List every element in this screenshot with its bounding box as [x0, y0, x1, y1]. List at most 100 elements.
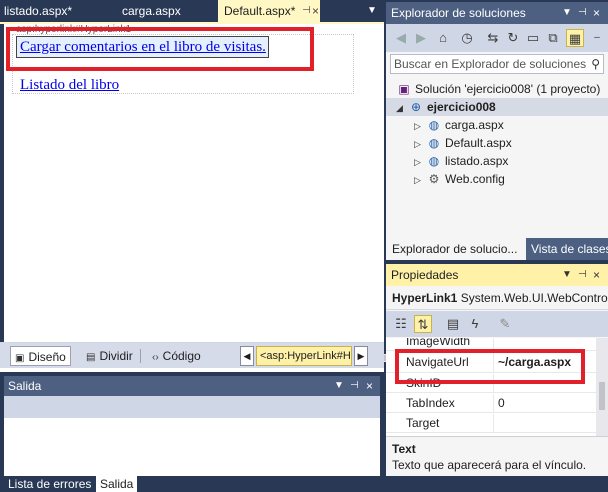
- annotation-highlight-link: [6, 27, 314, 71]
- output-body[interactable]: [4, 418, 380, 476]
- property-value[interactable]: 0: [498, 394, 505, 413]
- sync-icon[interactable]: ⇆: [484, 29, 502, 47]
- pin-icon[interactable]: ⊣: [350, 376, 359, 396]
- tag-selector[interactable]: <asp:HyperLink#H: [256, 346, 352, 366]
- tree-file[interactable]: ▷ ◍ carga.aspx: [414, 116, 504, 134]
- more-icon[interactable]: –: [588, 29, 606, 47]
- config-file-icon: ⚙: [428, 172, 440, 186]
- document-tab-strip: listado.aspx* carga.aspx Default.aspx* ⊣…: [0, 0, 384, 22]
- property-row[interactable]: TabIndex 0: [386, 394, 596, 413]
- properties-icon[interactable]: ▦: [566, 29, 584, 47]
- description-title: Text: [392, 442, 416, 456]
- search-placeholder: Buscar en Explorador de soluciones: [394, 57, 587, 71]
- solution-search-input[interactable]: Buscar en Explorador de soluciones ⚲: [390, 54, 604, 74]
- history-icon[interactable]: ◷: [458, 29, 476, 47]
- object-name: HyperLink1: [392, 291, 458, 305]
- properties-title: Propiedades: [391, 268, 459, 282]
- property-row[interactable]: Target: [386, 414, 596, 433]
- view-switcher-bar: ▣ Diseño ▤ Dividir ‹› Código ◀ <asp:HyperLi…: [0, 342, 384, 368]
- tree-project[interactable]: ◢ ⊕ ejercicio008: [386, 98, 608, 116]
- split-icon: ▤: [86, 352, 96, 363]
- split-view-button[interactable]: ▤ Dividir: [82, 346, 137, 366]
- property-pages-icon[interactable]: ✎: [496, 315, 514, 333]
- tab-error-list[interactable]: Lista de errores: [4, 476, 95, 492]
- chevron-down-icon[interactable]: ▼: [562, 2, 572, 24]
- solution-explorer-tabs: Explorador de solucio... Vista de clases: [386, 238, 608, 260]
- design-surface[interactable]: asp:hyperlink#HyperLink1 Cargar comentar…: [0, 24, 388, 362]
- pin-icon[interactable]: ⊣: [578, 264, 587, 286]
- tab-class-view[interactable]: Vista de clases: [526, 238, 608, 260]
- vertical-scrollbar[interactable]: [596, 338, 608, 436]
- pin-icon[interactable]: ⊣: [578, 2, 587, 24]
- hyperlink-listado[interactable]: Listado del libro: [20, 77, 119, 94]
- solution-label: Solución 'ejercicio008' (1 proyecto): [415, 82, 601, 96]
- design-icon: ▣: [15, 353, 25, 364]
- scrollbar-thumb[interactable]: [599, 382, 605, 410]
- tree-file[interactable]: ▷ ◍ listado.aspx: [414, 152, 508, 170]
- solution-explorer-toolbar: ◀ ▶ ⌂ ◷ ⇆ ↻ ▭ ⧉ ▦ –: [386, 24, 608, 52]
- chevron-down-icon[interactable]: ▼: [364, 0, 380, 22]
- tab-listado-aspx[interactable]: listado.aspx*: [4, 0, 72, 22]
- tab-default-label: Default.aspx*: [224, 4, 296, 18]
- properties-header: Propiedades ▼ ⊣ ×: [386, 264, 608, 286]
- file-label: Default.aspx: [445, 136, 512, 150]
- back-icon[interactable]: ◀: [392, 29, 410, 47]
- editor-area: listado.aspx* carga.aspx Default.aspx* ⊣…: [0, 0, 388, 372]
- tree-solution[interactable]: ▣ Solución 'ejercicio008' (1 proyecto): [396, 80, 600, 98]
- web-project-icon: ⊕: [410, 100, 422, 114]
- tab-solution-explorer[interactable]: Explorador de solucio...: [386, 238, 526, 260]
- alphabetical-icon[interactable]: ⇅: [414, 315, 432, 333]
- search-icon[interactable]: ⚲: [591, 55, 600, 73]
- expand-arrow-icon[interactable]: ▷: [414, 117, 426, 135]
- tree-file[interactable]: ▷ ⚙ Web.config: [414, 170, 505, 188]
- divider: [140, 349, 141, 363]
- property-description: Text Texto que aparecerá para el vínculo…: [386, 436, 608, 476]
- collapse-all-icon[interactable]: ▭: [524, 29, 542, 47]
- close-icon[interactable]: ×: [312, 0, 319, 22]
- expand-arrow-icon[interactable]: ▷: [414, 171, 426, 189]
- properties-toolbar: ☷ ⇅ ▤ ϟ ✎: [386, 311, 608, 337]
- chevron-down-icon[interactable]: ▼: [334, 376, 344, 396]
- tag-nav-right-button[interactable]: ▶: [354, 346, 368, 366]
- aspx-file-icon: ◍: [428, 154, 440, 168]
- tag-nav-left-button[interactable]: ◀: [240, 346, 254, 366]
- annotation-highlight-navigateurl: [395, 349, 585, 384]
- bottom-tab-strip: Lista de errores Salida: [4, 476, 384, 492]
- refresh-icon[interactable]: ↻: [504, 29, 522, 47]
- solution-tree: ▣ Solución 'ejercicio008' (1 proyecto) ◢ ⊕…: [386, 78, 608, 238]
- output-toolbar: [4, 396, 380, 418]
- events-icon[interactable]: ϟ: [466, 315, 484, 333]
- close-icon[interactable]: ×: [366, 376, 373, 396]
- forward-icon[interactable]: ▶: [412, 29, 430, 47]
- chevron-down-icon[interactable]: ▼: [562, 264, 572, 286]
- output-title: Salida: [8, 379, 42, 393]
- object-type: System.Web.UI.WebControls.HyperLink: [460, 291, 608, 305]
- solution-explorer-panel: Explorador de soluciones ▼ ⊣ × ◀ ▶ ⌂ ◷ ⇆…: [386, 2, 608, 260]
- solution-icon: ▣: [398, 82, 410, 96]
- code-icon: ‹›: [152, 352, 159, 363]
- solution-explorer-header: Explorador de soluciones ▼ ⊣ ×: [386, 2, 608, 24]
- collapse-arrow-icon[interactable]: ◢: [396, 99, 408, 117]
- property-name: Target: [406, 414, 494, 433]
- show-all-files-icon[interactable]: ⧉: [544, 29, 562, 47]
- properties-icon[interactable]: ▤: [444, 315, 462, 333]
- tree-file[interactable]: ▷ ◍ Default.aspx: [414, 134, 512, 152]
- file-label: carga.aspx: [445, 118, 504, 132]
- tab-default-aspx[interactable]: Default.aspx* ⊣ ×: [218, 0, 320, 22]
- property-name: TabIndex: [406, 394, 494, 413]
- split-label: Dividir: [99, 349, 133, 363]
- design-view-button[interactable]: ▣ Diseño: [10, 346, 71, 366]
- home-icon[interactable]: ⌂: [434, 29, 452, 47]
- project-label: ejercicio008: [427, 100, 496, 114]
- source-view-button[interactable]: ‹› Código: [148, 346, 205, 366]
- tab-output[interactable]: Salida: [96, 476, 138, 492]
- expand-arrow-icon[interactable]: ▷: [414, 153, 426, 171]
- pin-icon[interactable]: ⊣: [302, 0, 311, 22]
- categorized-icon[interactable]: ☷: [392, 315, 410, 333]
- object-selector[interactable]: HyperLink1 System.Web.UI.WebControls.Hyp…: [386, 286, 608, 310]
- close-icon[interactable]: ×: [593, 264, 600, 286]
- tab-carga-aspx[interactable]: carga.aspx: [122, 0, 181, 22]
- close-icon[interactable]: ×: [593, 2, 600, 24]
- aspx-file-icon: ◍: [428, 118, 440, 132]
- expand-arrow-icon[interactable]: ▷: [414, 135, 426, 153]
